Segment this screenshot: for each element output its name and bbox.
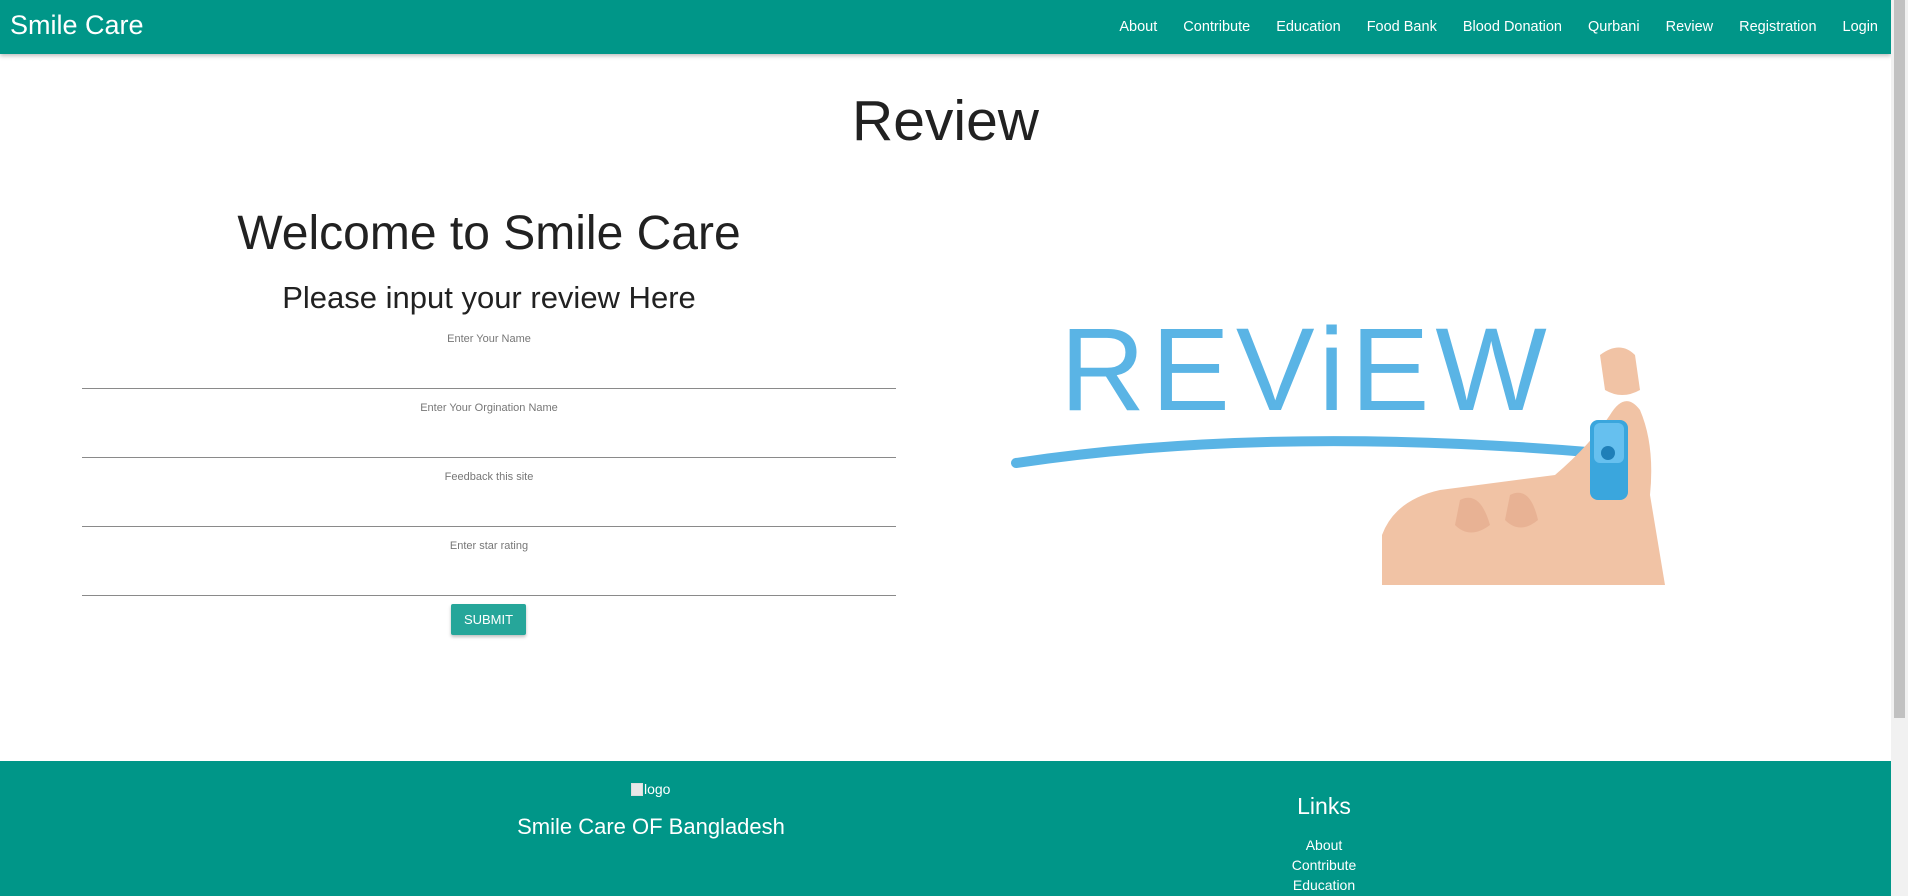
- footer-links-title: Links: [1297, 793, 1351, 819]
- nav-links: About Contribute Education Food Bank Blo…: [1106, 0, 1891, 54]
- underline-stroke: [1011, 436, 1605, 468]
- nav-link-review[interactable]: Review: [1653, 19, 1727, 35]
- footer-org-name: Smile Care OF Bangladesh: [517, 814, 785, 839]
- rating-field-group: Enter star rating: [82, 540, 896, 596]
- rating-label: Enter star rating: [449, 540, 529, 552]
- nav-link-login[interactable]: Login: [1830, 19, 1891, 35]
- footer-link-education[interactable]: Education: [1224, 875, 1424, 895]
- nav-link-contribute[interactable]: Contribute: [1170, 19, 1263, 35]
- feedback-field-group: Feedback this site: [82, 471, 896, 527]
- submit-button[interactable]: SUBMIT: [451, 604, 526, 635]
- review-illustration: REViEW: [1011, 304, 1665, 585]
- name-label: Enter Your Name: [447, 333, 531, 345]
- scrollbar-thumb[interactable]: [1894, 0, 1905, 718]
- nav-link-food-bank[interactable]: Food Bank: [1354, 19, 1450, 35]
- welcome-heading: Welcome to Smile Care: [237, 207, 741, 260]
- review-illustration-text: REViEW: [1060, 304, 1553, 436]
- vertical-scrollbar[interactable]: [1891, 0, 1908, 896]
- rating-input[interactable]: [82, 568, 896, 596]
- organization-input[interactable]: [82, 430, 896, 458]
- footer-link-about[interactable]: About: [1224, 835, 1424, 855]
- nav-link-education[interactable]: Education: [1263, 19, 1354, 35]
- brand-logo-link[interactable]: Smile Care: [10, 10, 144, 41]
- feedback-input[interactable]: [82, 499, 896, 527]
- page-title: Review: [852, 89, 1039, 153]
- footer: logo Smile Care OF Bangladesh Links Abou…: [0, 761, 1891, 896]
- logo-alt-text: logo: [644, 781, 671, 797]
- form-subtitle: Please input your review Here: [282, 280, 696, 315]
- footer-logo: logo: [631, 781, 670, 797]
- footer-links: About Contribute Education: [1224, 835, 1424, 895]
- footer-link-contribute[interactable]: Contribute: [1224, 855, 1424, 875]
- name-input[interactable]: [82, 361, 896, 389]
- nav-link-blood-donation[interactable]: Blood Donation: [1450, 19, 1575, 35]
- feedback-label: Feedback this site: [444, 471, 534, 483]
- broken-image-icon: [631, 782, 643, 796]
- nav-link-about[interactable]: About: [1106, 19, 1170, 35]
- organization-label: Enter Your Orgination Name: [420, 402, 558, 414]
- navbar: Smile Care About Contribute Education Fo…: [0, 0, 1891, 54]
- organization-field-group: Enter Your Orgination Name: [82, 402, 896, 458]
- nav-link-qurbani[interactable]: Qurbani: [1575, 19, 1653, 35]
- name-field-group: Enter Your Name: [82, 333, 896, 389]
- nav-link-registration[interactable]: Registration: [1726, 19, 1829, 35]
